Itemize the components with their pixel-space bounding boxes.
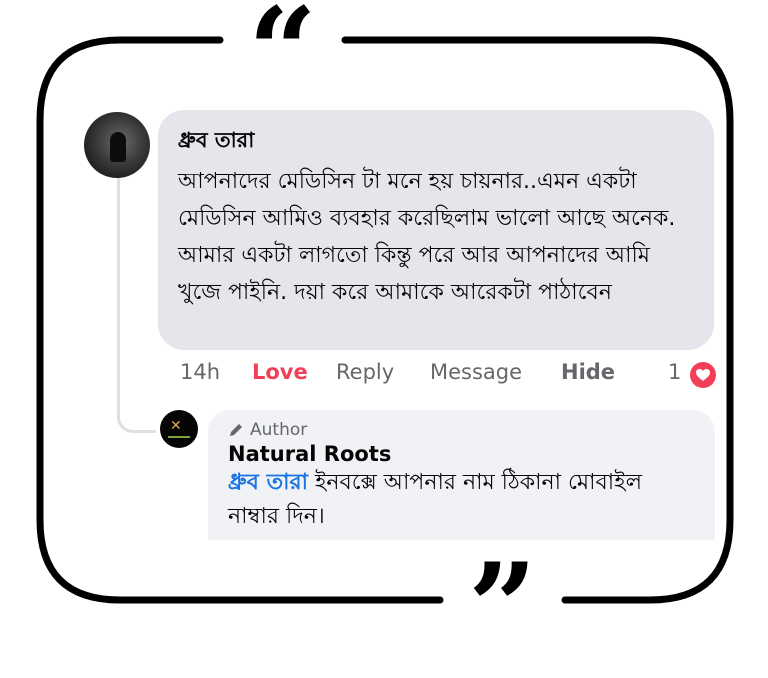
thread-connector: [117, 176, 156, 433]
page-logo-underline: [168, 436, 190, 438]
reply-text: ধ্রুব তারা ইনবক্সে আপনার নাম ঠিকানা মোবা…: [228, 466, 695, 534]
reply-author[interactable]: Natural Roots: [228, 442, 695, 466]
page-logo-icon: ✕: [170, 418, 182, 434]
mention-link[interactable]: ধ্রুব তারা: [228, 470, 308, 495]
avatar-figure: [110, 132, 126, 162]
close-quote-mark: ”: [468, 537, 537, 678]
comment-text: আপনাদের মেডিসিন টা মনে হয় চায়নার..এমন …: [178, 169, 676, 305]
hide-button[interactable]: Hide: [561, 360, 615, 384]
comment-time[interactable]: 14h: [180, 360, 220, 384]
author-badge: Author: [228, 420, 695, 440]
love-reaction-button[interactable]: Love: [252, 360, 308, 384]
comment-bubble: ধ্রুব তারা আপনাদের মেডিসিন টা মনে হয় চা…: [158, 110, 714, 350]
pencil-icon: [230, 424, 242, 436]
reaction-count[interactable]: 1: [668, 360, 681, 384]
reply-bubble: Author Natural Roots ধ্রুব তারা ইনবক্সে …: [208, 410, 715, 540]
reply-button[interactable]: Reply: [336, 360, 394, 384]
heart-icon[interactable]: [690, 362, 716, 388]
commenter-avatar[interactable]: [84, 112, 150, 178]
message-button[interactable]: Message: [430, 360, 522, 384]
author-badge-label: Author: [250, 420, 308, 440]
open-quote-mark: “: [248, 0, 317, 122]
page-avatar[interactable]: ✕: [160, 410, 198, 448]
comment-author[interactable]: ধ্রুব তারা: [178, 124, 694, 159]
